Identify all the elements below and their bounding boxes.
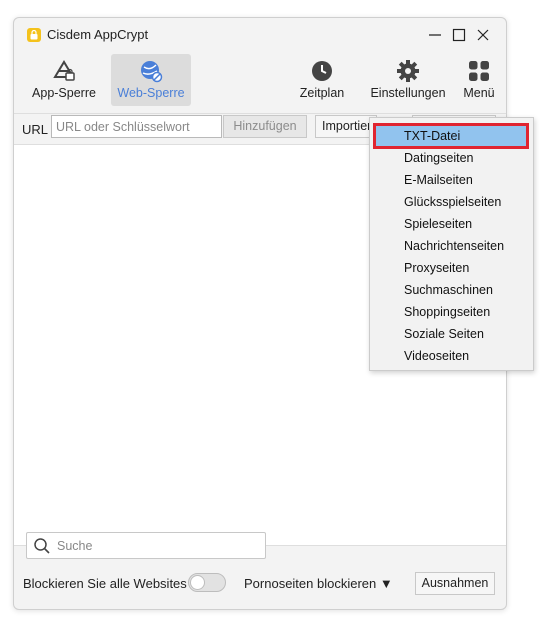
- exceptions-button[interactable]: Ausnahmen: [415, 572, 495, 595]
- grid-menu-icon: [467, 59, 491, 86]
- toolbar: App-Sperre Web-Sperre Zeitplan Einstellu…: [14, 54, 506, 108]
- search-box[interactable]: [26, 532, 266, 559]
- import-menu-item[interactable]: Shoppingseiten: [376, 302, 526, 322]
- import-menu-item[interactable]: Videoseiten: [376, 346, 526, 366]
- import-button[interactable]: Importieren: [315, 115, 377, 138]
- url-label: URL: [22, 122, 49, 137]
- toggle-knob: [190, 575, 205, 590]
- add-button[interactable]: Hinzufügen: [223, 115, 307, 138]
- tab-web-lock[interactable]: Web-Sperre: [111, 54, 191, 106]
- tab-settings[interactable]: Einstellungen: [367, 54, 449, 106]
- url-input[interactable]: [51, 115, 222, 138]
- close-icon[interactable]: [474, 26, 492, 44]
- app-lock-label: App-Sperre: [32, 86, 96, 100]
- tab-menu[interactable]: Menü: [454, 54, 504, 106]
- import-menu-item[interactable]: Proxyseiten: [376, 258, 526, 278]
- import-menu-item[interactable]: Suchmaschinen: [376, 280, 526, 300]
- clock-icon: [310, 59, 334, 86]
- tab-schedule[interactable]: Zeitplan: [292, 54, 352, 106]
- search-icon: [33, 537, 51, 560]
- block-all-label: Blockieren Sie alle Websites: [23, 576, 187, 591]
- settings-label: Einstellungen: [370, 86, 446, 100]
- web-lock-icon: [139, 59, 163, 86]
- import-menu-item[interactable]: Spieleseiten: [376, 214, 526, 234]
- app-lock-logo-icon: [27, 28, 41, 42]
- maximize-icon[interactable]: [450, 26, 468, 44]
- app-lock-icon: [51, 59, 77, 86]
- import-menu-item[interactable]: E-Mailseiten: [376, 170, 526, 190]
- block-porn-dropdown[interactable]: Pornoseiten blockieren ▼: [244, 576, 393, 591]
- import-menu-item[interactable]: TXT-Datei: [373, 123, 529, 149]
- import-menu-item[interactable]: Soziale Seiten: [376, 324, 526, 344]
- schedule-label: Zeitplan: [299, 86, 345, 100]
- tab-app-lock[interactable]: App-Sperre: [24, 54, 104, 106]
- web-lock-label: Web-Sperre: [117, 86, 185, 100]
- menu-label: Menü: [463, 86, 495, 100]
- import-dropdown-menu: TXT-Datei Datingseiten E-Mailseiten Glückss…: [369, 117, 534, 371]
- block-all-toggle[interactable]: [188, 573, 226, 592]
- import-menu-item[interactable]: Nachrichtenseiten: [376, 236, 526, 256]
- import-menu-item[interactable]: Datingseiten: [376, 148, 526, 168]
- search-input[interactable]: [55, 535, 259, 556]
- minimize-icon[interactable]: [426, 26, 444, 44]
- title-bar[interactable]: Cisdem AppCrypt: [14, 18, 506, 52]
- footer-bar: Blockieren Sie alle Websites Pornoseiten…: [14, 568, 506, 608]
- window-title: Cisdem AppCrypt: [47, 27, 149, 42]
- import-menu-item[interactable]: Glücksspielseiten: [376, 192, 526, 212]
- gear-icon: [396, 59, 420, 86]
